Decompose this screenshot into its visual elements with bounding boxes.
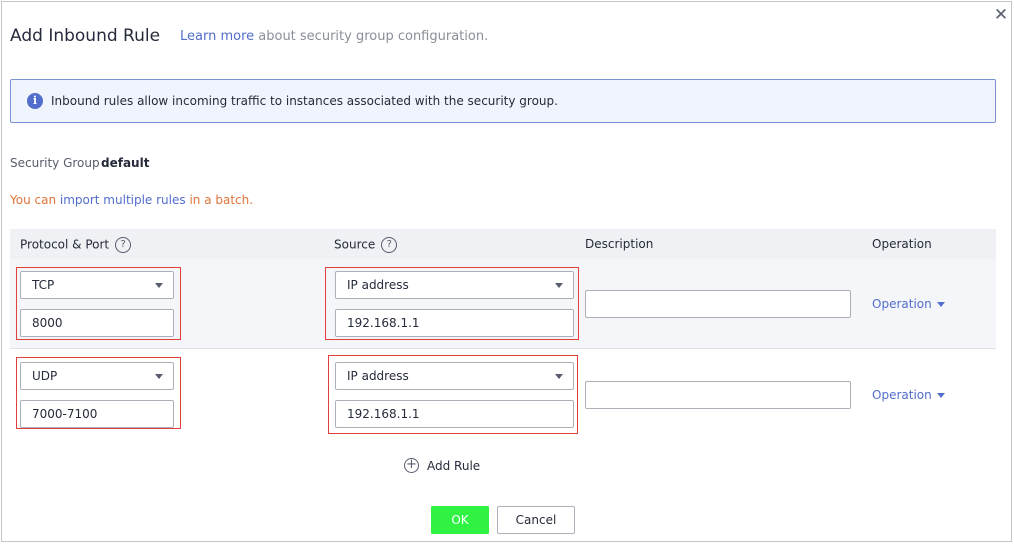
dialog-title: Add Inbound Rule	[10, 26, 161, 46]
source-ip-input[interactable]: 192.168.1.1	[335, 400, 574, 428]
protocol-select-value: TCP	[32, 278, 55, 292]
plus-circle-icon: +	[404, 458, 419, 473]
description-input[interactable]	[585, 381, 851, 409]
protocol-select[interactable]: UDP	[20, 362, 174, 390]
batch-suffix: in a batch.	[185, 193, 254, 207]
source-type-select[interactable]: IP address	[335, 271, 574, 299]
protocol-select-value: UDP	[32, 369, 58, 383]
security-group-label: Security Group	[10, 156, 100, 170]
cancel-button[interactable]: Cancel	[497, 506, 575, 534]
add-rule-label: Add Rule	[427, 458, 481, 473]
caret-down-icon	[555, 374, 563, 379]
header-protocol-port: Protocol & Port?	[20, 237, 132, 253]
header-operation: Operation	[872, 237, 932, 251]
protocol-select[interactable]: TCP	[20, 271, 174, 299]
description-input[interactable]	[585, 290, 851, 318]
header-protocol-port-label: Protocol & Port	[20, 237, 110, 252]
operation-dropdown[interactable]: Operation	[872, 297, 945, 311]
batch-prefix: You can	[10, 193, 60, 207]
batch-import-hint: You can import multiple rules in a batch…	[10, 193, 253, 207]
info-banner-text: Inbound rules allow incoming traffic to …	[51, 94, 558, 108]
header-description: Description	[585, 237, 654, 251]
operation-label: Operation	[872, 297, 932, 311]
dialog-subtitle: Learn more about security group configur…	[180, 29, 488, 44]
port-input[interactable]: 7000-7100	[20, 400, 174, 428]
info-banner: i Inbound rules allow incoming traffic t…	[10, 79, 996, 123]
question-circle-icon[interactable]: ?	[381, 237, 398, 253]
caret-down-icon	[555, 283, 563, 288]
add-inbound-rule-dialog: ✕ Add Inbound Rule Learn more about secu…	[1, 1, 1012, 542]
ok-button[interactable]: OK	[431, 506, 489, 534]
info-icon: i	[27, 93, 43, 109]
import-multiple-rules-link[interactable]: import multiple rules	[60, 193, 186, 207]
source-type-value: IP address	[347, 369, 409, 383]
port-input[interactable]: 8000	[20, 309, 174, 337]
operation-dropdown[interactable]: Operation	[872, 388, 945, 402]
rules-table-header: Protocol & Port? Source? Description Ope…	[10, 229, 996, 259]
header-source: Source?	[334, 237, 398, 253]
learn-more-link[interactable]: Learn more	[180, 29, 254, 44]
add-rule-button[interactable]: + Add Rule	[404, 458, 480, 473]
caret-down-icon	[936, 302, 945, 307]
learn-more-suffix: about security group configuration.	[254, 29, 489, 44]
header-source-label: Source	[334, 237, 376, 252]
caret-down-icon	[936, 393, 945, 398]
source-type-value: IP address	[347, 278, 409, 292]
caret-down-icon	[155, 374, 163, 379]
operation-label: Operation	[872, 388, 932, 402]
question-circle-icon[interactable]: ?	[115, 237, 132, 253]
source-type-select[interactable]: IP address	[335, 362, 574, 390]
close-icon[interactable]: ✕	[993, 7, 1009, 24]
source-ip-input[interactable]: 192.168.1.1	[335, 309, 574, 337]
caret-down-icon	[155, 283, 163, 288]
security-group-value: default	[101, 156, 150, 170]
